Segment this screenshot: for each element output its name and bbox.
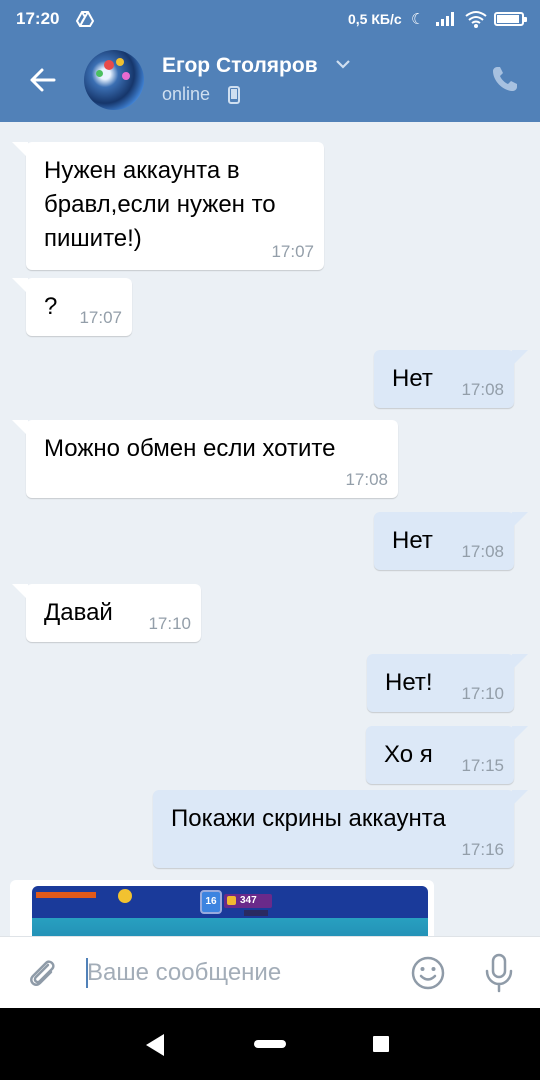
message-bubble[interactable]: Нет! 17:10 (367, 654, 528, 712)
message-text: Можно обмен если хотите (44, 435, 336, 462)
message-time: 17:16 (461, 840, 504, 859)
message-text: Покажи скрины аккаунта (171, 805, 446, 832)
message-time: 17:08 (461, 380, 504, 399)
level-badge: 16 (200, 890, 222, 914)
message-time: 17:10 (148, 614, 191, 633)
smile-icon[interactable] (410, 955, 446, 991)
message-time: 17:08 (345, 470, 388, 489)
mobile-device-icon (228, 86, 240, 104)
status-bar: 17:20 0,5 КБ/с ☾ (0, 0, 540, 38)
image-message[interactable]: 16 347 (10, 880, 434, 936)
message-bubble[interactable]: Нужен аккаунта в бравл,если нужен то пиш… (12, 142, 324, 270)
microphone-icon[interactable] (482, 953, 516, 993)
message-bubble[interactable]: Покажи скрины аккаунта 17:16 (153, 790, 528, 868)
chevron-down-icon[interactable] (334, 58, 352, 70)
battery-icon (494, 12, 527, 26)
message-bubble[interactable]: Нет 17:08 (374, 512, 528, 570)
chat-header: Егор Столяров online (0, 38, 540, 122)
message-time: 17:07 (79, 308, 122, 327)
phone-icon[interactable] (490, 64, 520, 94)
message-text: Хо я (384, 741, 433, 768)
message-text: Давай (44, 599, 113, 626)
message-text: пишите!) (44, 225, 142, 252)
game-background (32, 918, 428, 936)
message-time: 17:10 (461, 684, 504, 703)
coin-icon (118, 889, 132, 903)
nav-recents-icon[interactable] (373, 1036, 389, 1052)
message-bubble[interactable]: Хо я 17:15 (366, 726, 528, 784)
message-text: Нет! (385, 669, 433, 696)
message-text: Нужен аккаунта в (44, 157, 240, 184)
image-attachment[interactable]: 16 347 (32, 886, 428, 936)
message-text: ? (44, 293, 58, 320)
drive-icon (76, 11, 94, 27)
message-bubble[interactable]: ? 17:07 (12, 278, 132, 336)
message-time: 17:15 (461, 756, 504, 775)
system-nav-bar (0, 1008, 540, 1080)
signal-icon (436, 12, 454, 26)
avatar[interactable] (84, 50, 144, 110)
status-time: 17:20 (16, 9, 60, 28)
network-speed: 0,5 КБ/с (348, 11, 402, 27)
message-time: 17:08 (461, 542, 504, 561)
contact-name[interactable]: Егор Столяров (162, 54, 318, 78)
message-text: Нет (392, 527, 433, 554)
compose-bar (0, 936, 540, 1008)
message-list[interactable]: Нужен аккаунта в бравл,если нужен то пиш… (0, 122, 540, 936)
wifi-icon (465, 11, 487, 28)
trophy-count: 347 (224, 894, 272, 908)
game-health-bar (36, 892, 96, 898)
message-bubble[interactable]: Нет 17:08 (374, 350, 528, 408)
message-bubble[interactable]: Можно обмен если хотите 17:08 (12, 420, 398, 498)
message-text: Нет (392, 365, 433, 392)
presence-status: online (162, 84, 211, 104)
nav-back-icon[interactable] (146, 1034, 164, 1056)
message-bubble[interactable]: Давай 17:10 (12, 584, 201, 642)
message-text: бравл,если нужен то (44, 191, 276, 218)
paperclip-icon[interactable] (24, 955, 60, 991)
arrow-left-icon[interactable] (24, 62, 60, 98)
game-sub-label (244, 910, 268, 916)
message-time: 17:07 (271, 242, 314, 261)
nav-home-icon[interactable] (254, 1040, 286, 1048)
battery-level (497, 15, 519, 23)
dnd-moon-icon: ☾ (411, 11, 425, 28)
message-input[interactable] (84, 955, 394, 991)
